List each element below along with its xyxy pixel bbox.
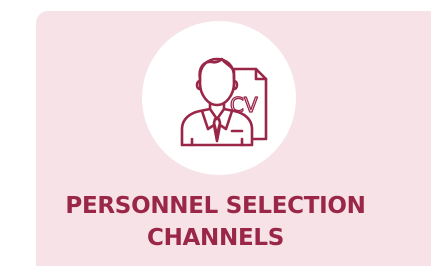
icon-badge: CV [142,21,296,175]
card-title-line-2: CHANNELS [147,225,284,251]
card-title-line-1: PERSONNEL SELECTION [65,193,366,219]
candidate-cv-icon: CV [180,57,268,147]
card-title: PERSONNEL SELECTION CHANNELS [0,190,431,254]
